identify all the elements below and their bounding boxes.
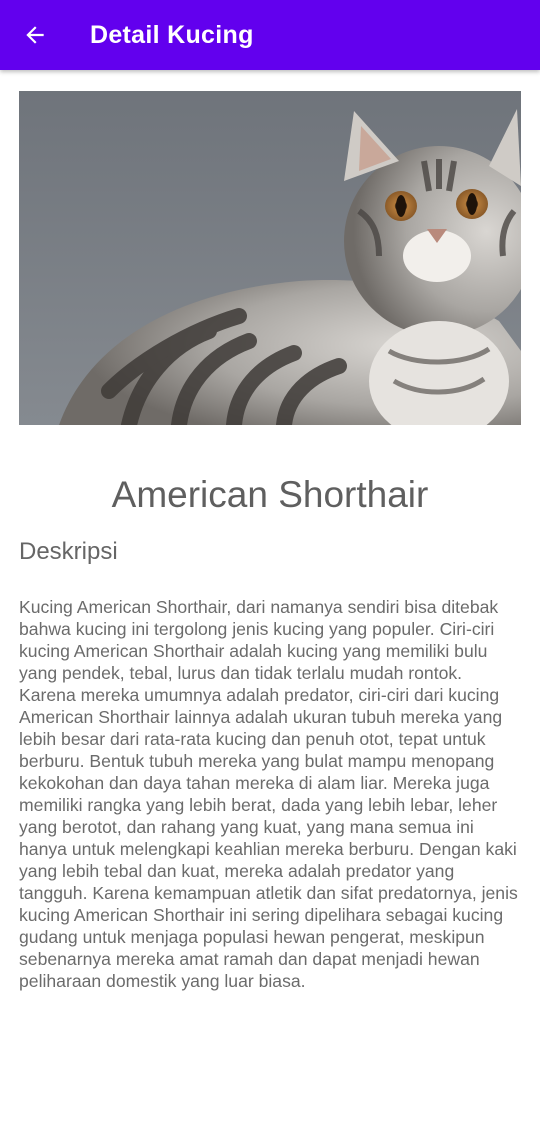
page-title: Detail Kucing — [90, 20, 254, 49]
section-label-description: Deskripsi — [19, 538, 118, 565]
cat-photo — [19, 91, 521, 425]
app-bar: Detail Kucing — [0, 0, 540, 70]
cat-description: Kucing American Shorthair, dari namanya … — [19, 597, 518, 991]
arrow-back-icon — [26, 26, 44, 44]
cat-name: American Shorthair — [111, 474, 429, 515]
back-button[interactable] — [0, 0, 70, 70]
